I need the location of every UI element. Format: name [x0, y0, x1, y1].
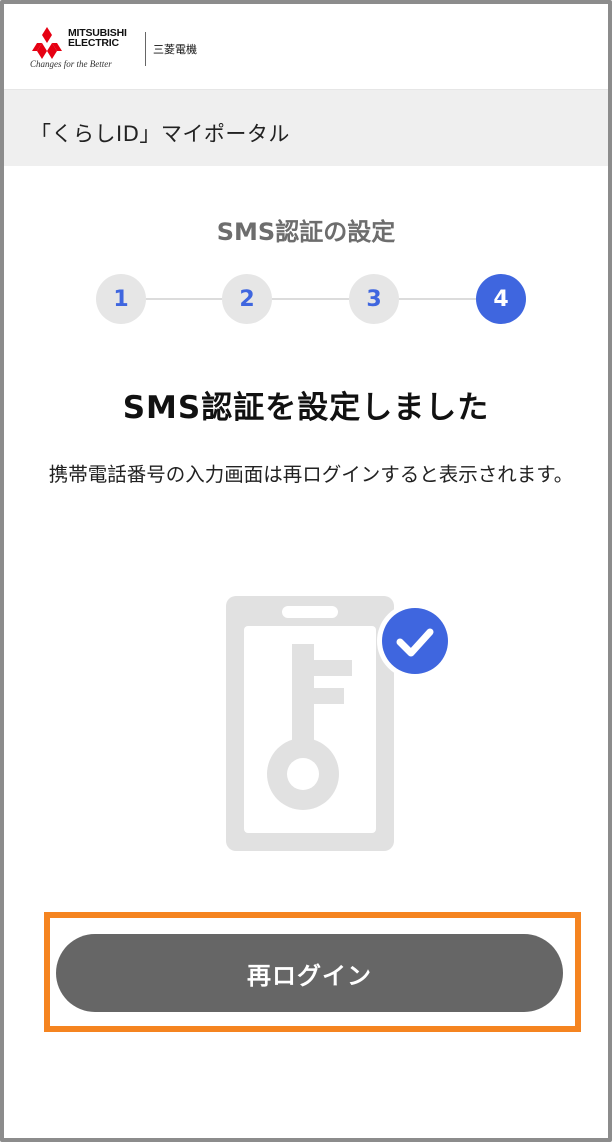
step-4: 4	[476, 274, 526, 324]
completion-heading: SMS認証を設定しました	[122, 390, 490, 426]
logo-name: MITSUBISHI ELECTRIC	[68, 27, 127, 49]
check-circle-icon	[377, 603, 453, 679]
site-header: MITSUBISHI ELECTRIC Changes for the Bett…	[4, 4, 608, 90]
portal-title: 「くらしID」マイポータル	[30, 122, 290, 146]
portal-bar: 「くらしID」マイポータル	[4, 90, 608, 166]
step-2: 2	[222, 274, 272, 324]
logo-tagline: Changes for the Better	[30, 59, 112, 69]
mitsubishi-logo-icon	[32, 27, 62, 59]
setup-title: SMS認証の設定	[216, 218, 396, 246]
key-card-icon	[226, 596, 453, 851]
page-frame: MITSUBISHI ELECTRIC Changes for the Bett…	[0, 0, 612, 1142]
relogin-button[interactable]: 再ログイン	[56, 934, 563, 1012]
step-3: 3	[349, 274, 399, 324]
progress-stepper: 1 2 3 4	[96, 274, 526, 324]
logo-jp-name: 三菱電機	[153, 43, 197, 56]
logo-divider	[145, 32, 146, 66]
stepper-line	[120, 298, 500, 300]
step-1: 1	[96, 274, 146, 324]
completion-description: 携帯電話番号の入力画面は再ログインすると表示されます。	[48, 463, 574, 486]
